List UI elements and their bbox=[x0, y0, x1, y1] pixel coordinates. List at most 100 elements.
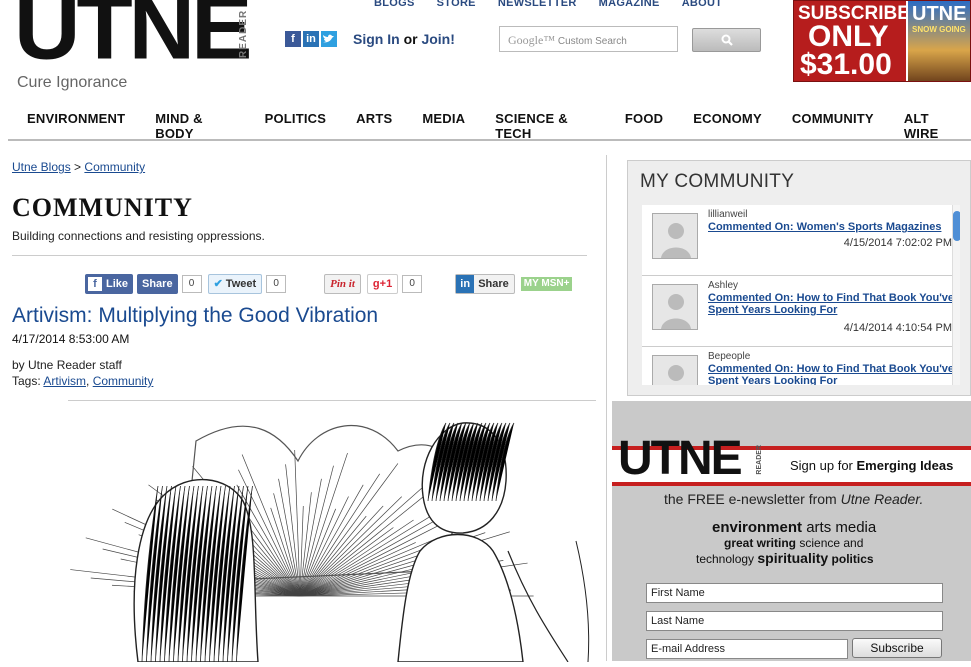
topic-science: science and bbox=[799, 536, 864, 550]
nav-alt-wire[interactable]: ALT WIRE bbox=[904, 111, 960, 141]
google-label: Google™ bbox=[508, 33, 556, 47]
topic-spirituality: spirituality bbox=[757, 550, 829, 566]
nav-economy[interactable]: ECONOMY bbox=[693, 111, 762, 139]
free-prefix: the FREE e-newsletter from bbox=[664, 491, 837, 507]
activity-link[interactable]: Commented On: Women's Sports Magazines bbox=[708, 221, 958, 233]
subscribe-ad[interactable]: SUBSCRIBE ONLY $31.00 UTNE SNOW GOING bbox=[793, 0, 971, 82]
linkedin-icon[interactable]: in bbox=[303, 31, 319, 47]
search-placeholder: Custom Search bbox=[557, 36, 627, 47]
article-title[interactable]: Artivism: Multiplying the Good Vibration bbox=[12, 304, 378, 328]
account-links: Sign In or Join! bbox=[353, 31, 455, 47]
top-nav-newsletter[interactable]: NEWSLETTER bbox=[498, 0, 577, 9]
topics-line-3: technology spirituality politics bbox=[696, 550, 874, 566]
article-illustration bbox=[68, 400, 596, 663]
top-nav-magazine[interactable]: MAGAZINE bbox=[599, 0, 660, 9]
twitter-icon: ✔ bbox=[213, 278, 223, 290]
article-byline: by Utne Reader staff bbox=[12, 358, 122, 372]
article-date: 4/17/2014 8:53:00 AM bbox=[12, 332, 130, 346]
nav-mind-body[interactable]: MIND & BODY bbox=[155, 111, 234, 141]
facebook-icon[interactable]: f bbox=[285, 31, 301, 47]
facebook-icon: f bbox=[88, 276, 102, 291]
sign-in-link[interactable]: Sign In bbox=[353, 31, 400, 47]
activity-user[interactable]: lillianweil bbox=[708, 209, 747, 220]
tweet-label: Tweet bbox=[225, 277, 257, 290]
list-item: Bepeople Commented On: How to Find That … bbox=[642, 347, 954, 385]
divider bbox=[12, 255, 587, 256]
activity-link[interactable]: Commented On: How to Find That Book You'… bbox=[708, 363, 958, 385]
search-icon bbox=[721, 34, 733, 46]
breadcrumb-current[interactable]: Community bbox=[84, 160, 145, 174]
search-button[interactable] bbox=[692, 28, 761, 52]
nav-food[interactable]: FOOD bbox=[625, 111, 663, 139]
logo-reader-label: READER bbox=[238, 9, 249, 59]
nav-community[interactable]: COMMUNITY bbox=[792, 111, 874, 139]
facebook-share-count: 0 bbox=[181, 274, 202, 293]
newsletter-free-line: the FREE e-newsletter from Utne Reader. bbox=[664, 491, 923, 507]
nav-science-tech[interactable]: SCIENCE & TECH bbox=[495, 111, 595, 141]
join-link[interactable]: Join! bbox=[421, 31, 454, 47]
nav-arts[interactable]: ARTS bbox=[356, 111, 392, 139]
scrollbar[interactable] bbox=[952, 205, 960, 385]
linkedin-share-label: Share bbox=[478, 277, 509, 290]
search-input[interactable]: Google™ Custom Search bbox=[499, 26, 678, 52]
topic-great-writing: great writing bbox=[724, 536, 797, 550]
top-nav: BLOGS STORE NEWSLETTER MAGAZINE ABOUT bbox=[374, 0, 722, 9]
facebook-like-button[interactable]: f Like bbox=[85, 273, 133, 294]
section-subtitle: Building connections and resisting oppre… bbox=[12, 229, 265, 243]
magazine-cover: UTNE SNOW GOING bbox=[906, 1, 970, 81]
breadcrumb: Utne Blogs > Community bbox=[12, 160, 145, 174]
tweet-count: 0 bbox=[266, 274, 287, 293]
like-label: Like bbox=[106, 277, 129, 290]
linkedin-icon: in bbox=[456, 274, 475, 293]
linkedin-share-button[interactable]: in Share bbox=[455, 273, 515, 294]
scrollbar-thumb[interactable] bbox=[953, 211, 960, 241]
twitter-icon[interactable] bbox=[321, 31, 337, 47]
tag-link-artivism[interactable]: Artivism bbox=[43, 374, 86, 388]
avatar[interactable] bbox=[652, 355, 698, 385]
subscribe-button[interactable]: Subscribe bbox=[852, 638, 942, 658]
nav-environment[interactable]: ENVIRONMENT bbox=[27, 111, 125, 139]
activity-user[interactable]: Ashley bbox=[708, 280, 738, 291]
or-text: or bbox=[403, 31, 418, 47]
activity-time: 4/14/2014 4:10:54 PM bbox=[843, 322, 952, 334]
last-name-field[interactable] bbox=[646, 611, 943, 631]
topic-arts-media: arts media bbox=[806, 519, 877, 536]
tag-link-community[interactable]: Community bbox=[93, 374, 154, 388]
breadcrumb-root[interactable]: Utne Blogs bbox=[12, 160, 71, 174]
google-plus-button[interactable]: g+1 bbox=[366, 273, 399, 294]
newsletter-logo-reader: READER bbox=[756, 445, 763, 475]
list-item: Ashley Commented On: How to Find That Bo… bbox=[642, 276, 954, 346]
community-activity-list[interactable]: lillianweil Commented On: Women's Sports… bbox=[642, 205, 960, 385]
activity-link[interactable]: Commented On: How to Find That Book You'… bbox=[708, 292, 958, 316]
pin-it-button[interactable]: Pin it bbox=[324, 273, 361, 294]
my-msn-button[interactable]: MY MSN+ bbox=[520, 276, 573, 291]
newsletter-headline: Sign up for Emerging Ideas bbox=[790, 458, 953, 473]
share-bar: f Like Share 0 ✔ Tweet 0 Pin it g+1 0 in… bbox=[85, 273, 573, 294]
signup-prefix: Sign up for bbox=[790, 458, 853, 473]
free-em: Utne Reader. bbox=[840, 491, 924, 507]
my-community-title: MY COMMUNITY bbox=[640, 171, 795, 192]
article-tags: Tags: Artivism, Community bbox=[12, 374, 154, 388]
email-field[interactable] bbox=[646, 639, 848, 659]
top-nav-about[interactable]: ABOUT bbox=[682, 0, 723, 9]
social-links: f in bbox=[285, 31, 337, 47]
activity-user[interactable]: Bepeople bbox=[708, 351, 750, 362]
avatar[interactable] bbox=[652, 213, 698, 259]
top-nav-blogs[interactable]: BLOGS bbox=[374, 0, 415, 9]
nav-politics[interactable]: POLITICS bbox=[265, 111, 327, 139]
facebook-share-button[interactable]: Share bbox=[137, 273, 178, 294]
section-title: COMMUNITY bbox=[12, 193, 193, 222]
main-nav: ENVIRONMENT MIND & BODY POLITICS ARTS ME… bbox=[8, 111, 971, 141]
topics-line-2: great writing science and bbox=[724, 536, 863, 550]
tweet-button[interactable]: ✔ Tweet bbox=[207, 273, 263, 294]
ad-price-text: $31.00 bbox=[800, 48, 892, 81]
topic-politics: politics bbox=[831, 552, 874, 566]
topic-environment: environment bbox=[712, 519, 803, 536]
first-name-field[interactable] bbox=[646, 583, 943, 603]
google-plus-count: 0 bbox=[402, 274, 423, 293]
nav-media[interactable]: MEDIA bbox=[422, 111, 465, 139]
newsletter-signup: UTNE READER Sign up for Emerging Ideas t… bbox=[612, 401, 971, 661]
utne-logo[interactable]: UTNE bbox=[14, 0, 252, 73]
avatar[interactable] bbox=[652, 284, 698, 330]
top-nav-store[interactable]: STORE bbox=[437, 0, 476, 9]
